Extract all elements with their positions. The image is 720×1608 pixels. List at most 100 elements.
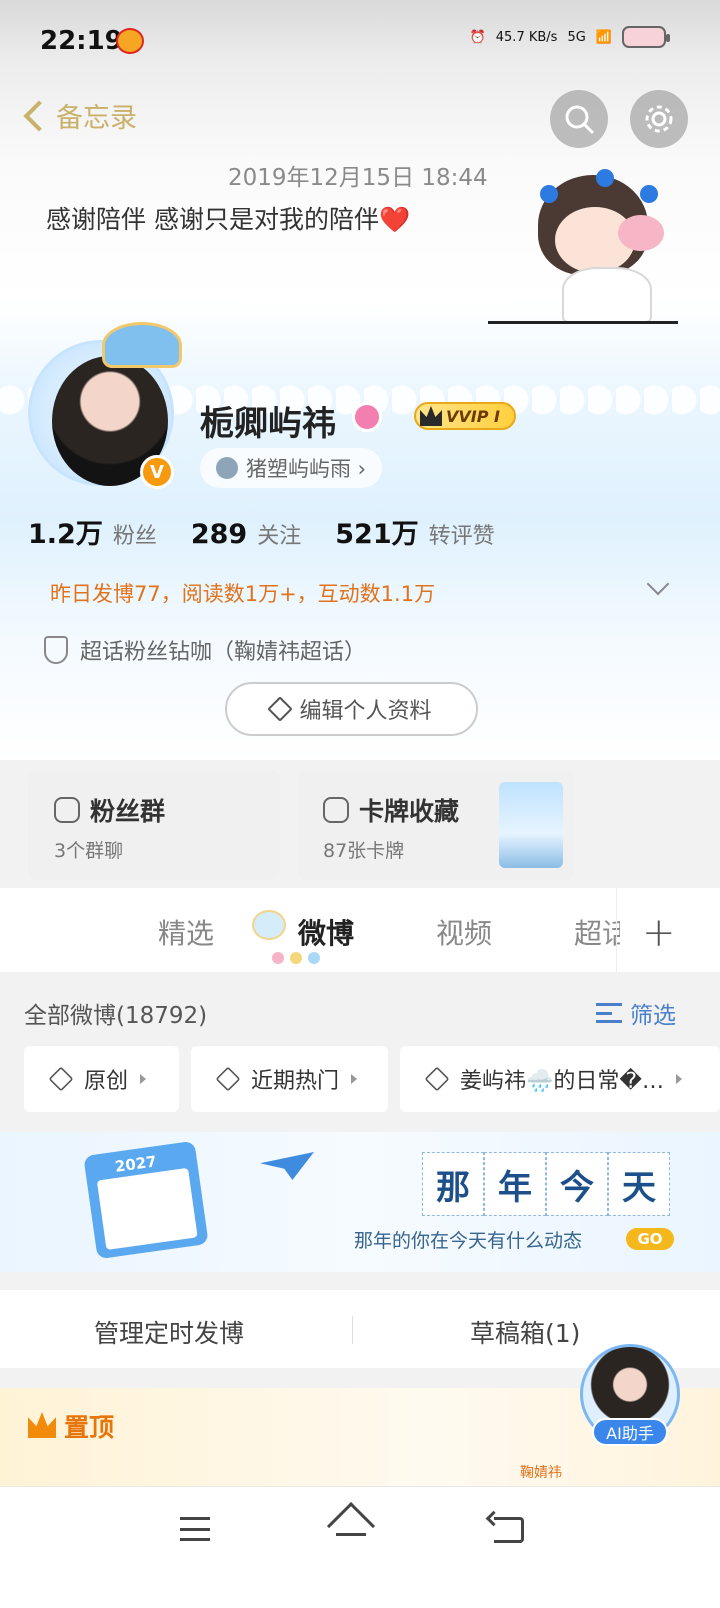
divider [352, 1316, 353, 1344]
filter-chip-daily[interactable]: 姜屿祎🌧️的日常�… [400, 1046, 720, 1112]
banner-subtitle: 那年的你在今天有什么动态 [354, 1230, 583, 1252]
group-icon [54, 797, 80, 823]
crown-icon [252, 910, 286, 940]
crown-icon [28, 1412, 56, 1438]
edit-profile-label: 编辑个人资料 [299, 699, 432, 724]
group-link[interactable]: 猪塑屿屿雨 › [200, 448, 383, 488]
stat-likes[interactable]: 521万 转评赞 [335, 512, 494, 551]
banner-title-char: 今 [546, 1152, 608, 1216]
pink-badge-icon[interactable] [352, 402, 382, 432]
layers-icon [215, 1066, 241, 1092]
banner-title-char: 那 [422, 1152, 484, 1216]
card-thumbnail [499, 782, 563, 868]
add-tab-icon[interactable]: + [642, 910, 676, 956]
activity-summary: 昨日发博77，阅读数1万+，互动数1.1万 [50, 582, 436, 606]
memo-date: 2019年12月15日 18:44 [228, 165, 488, 191]
verified-badge: V [140, 455, 174, 489]
go-button[interactable]: GO [626, 1228, 674, 1250]
username: 栀卿屿祎 [200, 404, 336, 444]
stat-label: 粉丝 [112, 524, 157, 549]
filter-chip-trending[interactable]: 近期热门 [191, 1046, 388, 1112]
gear-icon [645, 105, 673, 133]
stat-label: 转评赞 [428, 524, 495, 549]
banner-title: 那 年 今 天 [422, 1152, 670, 1216]
chip-label: 原创 [84, 1069, 129, 1094]
search-button[interactable] [550, 90, 608, 148]
network-type: 5G [567, 29, 586, 45]
back-label: 备忘录 [56, 103, 137, 134]
cover-sticker-illustration [488, 155, 690, 330]
network-speed: 45.7 KB/s [495, 29, 558, 45]
menu-icon[interactable] [180, 1517, 210, 1541]
pencil-icon [267, 696, 294, 722]
filter-label: 筛选 [630, 1003, 676, 1029]
on-this-day-banner[interactable]: 2027 那 年 今 天 那年的你在今天有什么动态 GO [0, 1132, 720, 1272]
group-link-label: 猪塑屿屿雨 › [246, 457, 367, 481]
calendar-icon: 2027 [83, 1140, 209, 1260]
settings-button[interactable] [630, 90, 688, 148]
clover-icon [216, 457, 238, 479]
back-button[interactable]: 备忘录 [18, 96, 137, 135]
search-icon [565, 105, 594, 134]
filter-chip-original[interactable]: 原创 [24, 1046, 179, 1112]
stat-num: 521万 [335, 519, 419, 550]
status-bar: 22:19 ⏰ 45.7 KB/s 5G 📶 [0, 0, 720, 80]
shield-icon [44, 636, 68, 664]
tab-weibo[interactable]: 微博 [298, 912, 354, 952]
active-tab-indicator [272, 952, 320, 964]
tab-super-topic[interactable]: 超话 [574, 912, 620, 952]
layers-icon [424, 1066, 450, 1092]
banner-title-char: 天 [608, 1152, 670, 1216]
pinned-label: 置顶 [64, 1413, 115, 1442]
vip-badge-label: VVIP Ⅰ [446, 406, 500, 426]
ai-assistant-label[interactable]: AI助手 [592, 1418, 668, 1446]
alarm-icon: ⏰ [469, 29, 486, 45]
super-fan-row[interactable]: 超话粉丝钻咖（鞠婧祎超话） [44, 634, 366, 666]
card-subtitle: 3个群聊 [54, 840, 124, 862]
stat-label: 关注 [257, 524, 302, 549]
memo-text: 感谢陪伴 感谢只是对我的陪伴❤️ [46, 200, 410, 236]
status-time: 22:19 [40, 26, 123, 56]
weibo-notification-icon [116, 28, 144, 54]
vip-badge[interactable]: VVIP Ⅰ [414, 402, 516, 430]
tab-video[interactable]: 视频 [436, 912, 492, 952]
drafts-button[interactable]: 草稿箱(1) [470, 1314, 580, 1350]
chip-label: 近期热门 [251, 1069, 340, 1094]
heart-emoji: ❤️ [378, 205, 411, 234]
stat-followers[interactable]: 1.2万 粉丝 [28, 512, 157, 551]
avatar-frame-decoration [102, 322, 182, 368]
profile-stats: 1.2万 粉丝 289 关注 521万 转评赞 [28, 512, 495, 551]
wifi-icon: 📶 [595, 29, 612, 45]
card-subtitle: 87张卡牌 [323, 840, 405, 862]
chip-label: 姜屿祎🌧️的日常�… [460, 1069, 664, 1094]
tab-featured[interactable]: 精选 [158, 912, 214, 952]
card-title-label: 粉丝群 [90, 797, 166, 826]
back-icon[interactable] [494, 1517, 524, 1543]
card-icon [323, 797, 349, 823]
card-title-label: 卡牌收藏 [359, 797, 460, 826]
all-posts-count: 全部微博(18792) [24, 1003, 208, 1029]
battery-icon [622, 26, 670, 48]
filter-button[interactable]: 筛选 [596, 996, 676, 1030]
card-title: 粉丝群 [54, 792, 165, 828]
edit-profile-button[interactable]: 编辑个人资料 [225, 682, 478, 736]
scheduled-posts-button[interactable]: 管理定时发博 [94, 1314, 244, 1350]
home-icon[interactable] [326, 1501, 376, 1551]
banner-title-char: 年 [484, 1152, 546, 1216]
system-navigation-bar [0, 1486, 720, 1608]
caret-right-icon [675, 1074, 682, 1084]
stat-num: 289 [190, 519, 248, 550]
paper-plane-icon [260, 1152, 314, 1180]
caret-right-icon [351, 1074, 358, 1084]
pinned-tag: 鞠婧祎 [520, 1465, 562, 1481]
super-fan-label: 超话粉丝钻咖（鞠婧祎超话） [80, 640, 367, 665]
stat-following[interactable]: 289 关注 [191, 518, 301, 550]
fans-group-card[interactable]: 粉丝群 3个群聊 [28, 770, 280, 880]
crown-icon [420, 406, 442, 426]
filter-icon [596, 1003, 622, 1023]
profile-tabs: 精选 微博 视频 超话 + [0, 888, 720, 972]
chevron-left-icon [23, 99, 55, 132]
caret-right-icon [140, 1074, 147, 1084]
card-collection-card[interactable]: 卡牌收藏 87张卡牌 [297, 770, 575, 880]
status-icons: ⏰ 45.7 KB/s 5G 📶 [469, 26, 670, 48]
